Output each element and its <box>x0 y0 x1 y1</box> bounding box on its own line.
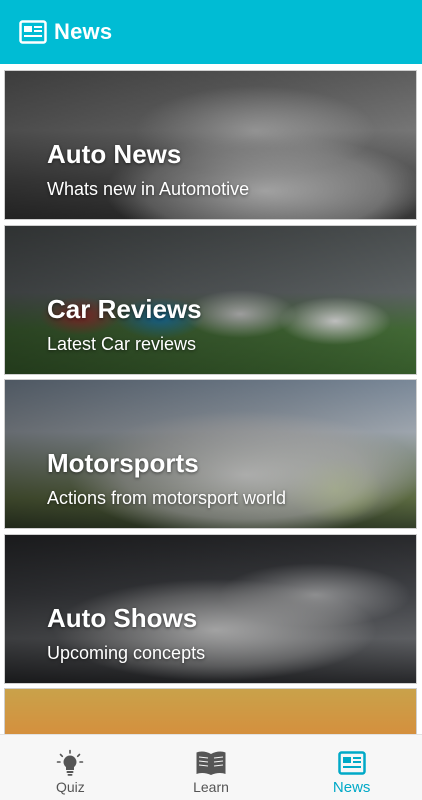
news-card-motorsports[interactable]: Motorsports Actions from motorsport worl… <box>4 379 417 529</box>
news-card-auto-news[interactable]: Auto News Whats new in Automotive <box>4 70 417 220</box>
nav-label: Learn <box>193 779 229 795</box>
card-subtitle: Actions from motorsport world <box>47 488 287 508</box>
news-card-partial[interactable] <box>4 688 417 734</box>
app-bar: News <box>0 0 422 64</box>
card-title: Car Reviews <box>47 294 202 324</box>
news-card-car-reviews[interactable]: Car Reviews Latest Car reviews <box>4 225 417 375</box>
nav-label: Quiz <box>55 779 85 795</box>
card-subtitle: Whats new in Automotive <box>47 179 250 199</box>
lightbulb-icon <box>56 749 84 777</box>
card-title: Auto Shows <box>47 603 198 633</box>
nav-item-news[interactable]: News <box>281 735 422 800</box>
nav-item-quiz[interactable]: Quiz <box>0 735 141 800</box>
card-title: Motorsports <box>47 448 199 478</box>
newspaper-icon <box>18 19 48 45</box>
nav-label: News <box>332 779 371 796</box>
card-title: Auto News <box>47 139 182 169</box>
news-feed[interactable]: Auto News Whats new in Automotive Car Re… <box>0 64 422 734</box>
card-image <box>5 689 416 734</box>
card-subtitle: Upcoming concepts <box>47 643 206 663</box>
bottom-navigation: Quiz Learn News <box>0 734 422 800</box>
newspaper-icon <box>337 749 366 777</box>
page-title: News <box>54 19 113 44</box>
card-subtitle: Latest Car reviews <box>47 334 197 354</box>
nav-item-learn[interactable]: Learn <box>141 735 282 800</box>
news-card-auto-shows[interactable]: Auto Shows Upcoming concepts <box>4 534 417 684</box>
book-icon <box>195 749 227 777</box>
